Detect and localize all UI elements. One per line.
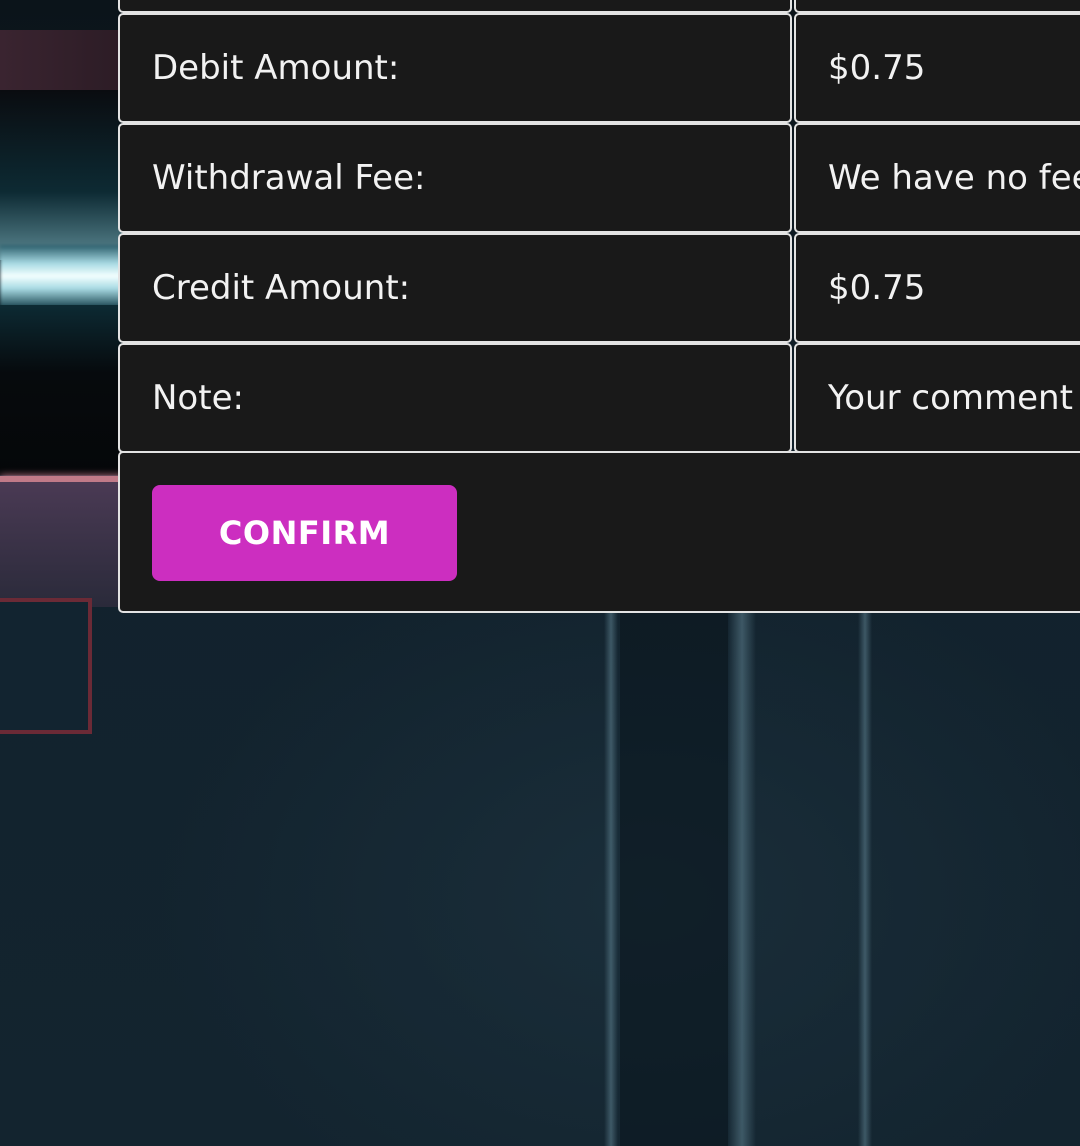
note-label: Note: xyxy=(118,343,792,453)
background-light-streak xyxy=(0,245,130,307)
table-cell-partial xyxy=(118,0,792,13)
credit-amount-label: Credit Amount: xyxy=(118,233,792,343)
credit-amount-row: Credit Amount: $0.75 xyxy=(118,233,1080,343)
background-block xyxy=(0,305,130,475)
withdrawal-fee-row: Withdrawal Fee: We have no fee t xyxy=(118,123,1080,233)
background-pillar-shadow xyxy=(620,612,728,1146)
debit-amount-row: Debit Amount: $0.75 xyxy=(118,13,1080,123)
debit-amount-label: Debit Amount: xyxy=(118,13,792,123)
confirm-button[interactable]: CONFIRM xyxy=(152,485,457,581)
note-row: Note: Your comment xyxy=(118,343,1080,453)
background-panel xyxy=(0,482,130,607)
background-pillar xyxy=(604,612,618,1146)
table-cell-partial xyxy=(794,0,1080,13)
background-block xyxy=(0,90,130,260)
background-pillar xyxy=(728,612,756,1146)
withdrawal-fee-label: Withdrawal Fee: xyxy=(118,123,792,233)
debit-amount-value: $0.75 xyxy=(794,13,1080,123)
background-pillar xyxy=(858,612,872,1146)
withdrawal-fee-value: We have no fee t xyxy=(794,123,1080,233)
withdrawal-details-table: Debit Amount: $0.75 Withdrawal Fee: We h… xyxy=(118,0,1080,453)
background-step-outline xyxy=(0,598,92,734)
note-value: Your comment xyxy=(794,343,1080,453)
table-row xyxy=(118,0,1080,13)
action-panel: CONFIRM xyxy=(118,451,1080,613)
credit-amount-value: $0.75 xyxy=(794,233,1080,343)
